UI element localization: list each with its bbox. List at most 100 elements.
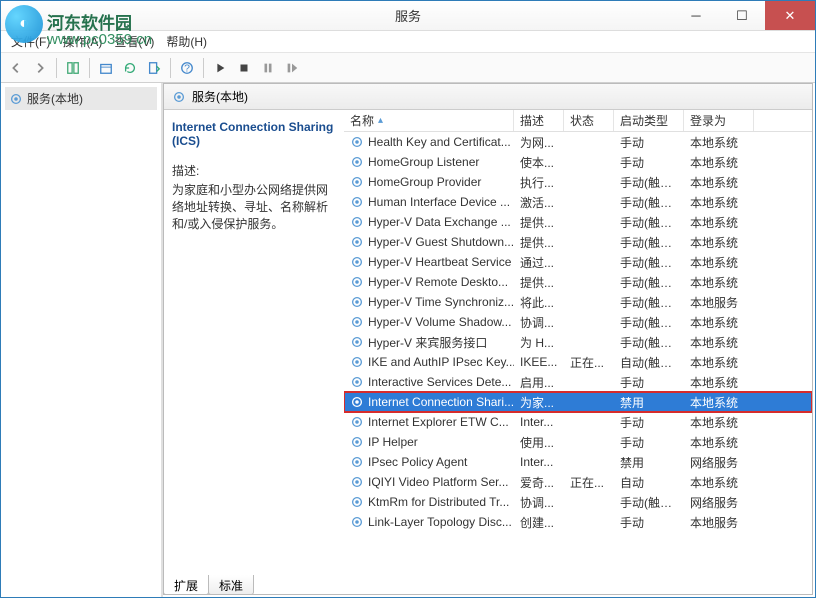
service-logon: 本地系统 (684, 394, 754, 411)
gear-icon (350, 315, 364, 329)
service-row[interactable]: Link-Layer Topology Disc...创建...手动本地服务 (344, 512, 812, 532)
gear-icon (350, 155, 364, 169)
service-start-type: 手动 (614, 374, 684, 391)
column-name[interactable]: 名称▴ (344, 110, 514, 131)
service-logon: 本地系统 (684, 134, 754, 151)
service-desc: 协调... (514, 494, 564, 511)
detail-desc-label: 描述: (172, 162, 336, 179)
service-row[interactable]: Hyper-V Remote Deskto...提供...手动(触发...本地系… (344, 272, 812, 292)
export-button[interactable] (143, 57, 165, 79)
service-desc: 提供... (514, 214, 564, 231)
pane-header: 服务(本地) (164, 84, 812, 110)
service-name: Human Interface Device ... (368, 195, 510, 209)
service-name: KtmRm for Distributed Tr... (368, 495, 509, 509)
back-button[interactable] (5, 57, 27, 79)
service-row[interactable]: Human Interface Device ...激活...手动(触发...本… (344, 192, 812, 212)
service-row[interactable]: Hyper-V Heartbeat Service通过...手动(触发...本地… (344, 252, 812, 272)
minimize-button[interactable]: ─ (673, 1, 719, 30)
service-desc: Inter... (514, 415, 564, 429)
service-row[interactable]: Hyper-V Guest Shutdown...提供...手动(触发...本地… (344, 232, 812, 252)
service-logon: 本地系统 (684, 214, 754, 231)
service-row[interactable]: IP Helper使用...手动本地系统 (344, 432, 812, 452)
help-button[interactable]: ? (176, 57, 198, 79)
service-row[interactable]: Interactive Services Dete...启用... 手动本地系统 (344, 372, 812, 392)
service-row[interactable]: IPsec Policy AgentInter...禁用网络服务 (344, 452, 812, 472)
service-row[interactable]: Health Key and Certificat...为网...手动本地系统 (344, 132, 812, 152)
service-row[interactable]: Internet Connection Shari...为家...禁用本地系统 (344, 392, 812, 412)
service-desc: 为网... (514, 134, 564, 151)
close-button[interactable]: ✕ (765, 1, 815, 30)
show-hide-button[interactable] (62, 57, 84, 79)
service-row[interactable]: Hyper-V Time Synchroniz...将此...手动(触发...本… (344, 292, 812, 312)
service-status: 正在... (564, 354, 614, 371)
gear-icon (350, 495, 364, 509)
service-name: Hyper-V Data Exchange ... (368, 215, 511, 229)
service-name: HomeGroup Provider (368, 175, 481, 189)
service-logon: 本地服务 (684, 294, 754, 311)
service-logon: 本地系统 (684, 414, 754, 431)
column-start[interactable]: 启动类型 (614, 110, 684, 131)
service-logon: 本地系统 (684, 334, 754, 351)
menu-file[interactable]: 文件(F) (7, 31, 54, 52)
tab-standard[interactable]: 标准 (208, 575, 254, 595)
forward-button[interactable] (29, 57, 51, 79)
gear-icon (172, 90, 186, 104)
column-logon[interactable]: 登录为 (684, 110, 754, 131)
service-row[interactable]: HomeGroup Listener使本...手动本地系统 (344, 152, 812, 172)
gear-icon (350, 515, 364, 529)
gear-icon (350, 295, 364, 309)
service-name: Hyper-V Volume Shadow... (368, 315, 511, 329)
service-row[interactable]: IKE and AuthIP IPsec Key...IKEE...正在...自… (344, 352, 812, 372)
list-body[interactable]: Health Key and Certificat...为网...手动本地系统H… (344, 132, 812, 594)
stop-service-button[interactable] (233, 57, 255, 79)
menu-help[interactable]: 帮助(H) (162, 31, 211, 52)
service-status: 正在... (564, 474, 614, 491)
service-row[interactable]: HomeGroup Provider执行...手动(触发...本地系统 (344, 172, 812, 192)
service-start-type: 手动(触发... (614, 214, 684, 231)
service-name: HomeGroup Listener (368, 155, 479, 169)
service-start-type: 禁用 (614, 454, 684, 471)
service-name: Hyper-V Heartbeat Service (368, 255, 511, 269)
gear-icon (350, 275, 364, 289)
tab-extended[interactable]: 扩展 (163, 575, 209, 595)
service-name: Interactive Services Dete... (368, 375, 511, 389)
pause-service-button[interactable] (257, 57, 279, 79)
service-row[interactable]: Hyper-V 来宾服务接口为 H...手动(触发...本地系统 (344, 332, 812, 352)
gear-icon (9, 92, 23, 106)
service-start-type: 手动(触发... (614, 234, 684, 251)
start-service-button[interactable] (209, 57, 231, 79)
service-row[interactable]: Hyper-V Volume Shadow...协调...手动(触发...本地系… (344, 312, 812, 332)
properties-button[interactable] (95, 57, 117, 79)
service-logon: 本地系统 (684, 434, 754, 451)
service-start-type: 禁用 (614, 394, 684, 411)
menu-view[interactable]: 查看(V) (110, 31, 158, 52)
restart-service-button[interactable] (281, 57, 303, 79)
service-logon: 网络服务 (684, 454, 754, 471)
tree-root-services[interactable]: 服务(本地) (5, 87, 157, 110)
column-status[interactable]: 状态 (564, 110, 614, 131)
service-row[interactable]: Hyper-V Data Exchange ...提供... 手动(触发...本地… (344, 212, 812, 232)
service-desc: 提供... (514, 274, 564, 291)
refresh-button[interactable] (119, 57, 141, 79)
menubar: 文件(F) 操作(A) 查看(V) 帮助(H) (1, 31, 815, 53)
service-desc: 启用... (514, 374, 564, 391)
service-start-type: 自动(触发... (614, 354, 684, 371)
service-logon: 本地系统 (684, 374, 754, 391)
gear-icon (350, 435, 364, 449)
service-logon: 本地系统 (684, 354, 754, 371)
service-name: IP Helper (368, 435, 418, 449)
gear-icon (350, 455, 364, 469)
column-desc[interactable]: 描述 (514, 110, 564, 131)
pane-header-title: 服务(本地) (192, 88, 248, 105)
service-start-type: 手动 (614, 514, 684, 531)
service-row[interactable]: KtmRm for Distributed Tr...协调...手动(触发...… (344, 492, 812, 512)
titlebar: 服务 ─ ☐ ✕ (1, 1, 815, 31)
menu-action[interactable]: 操作(A) (58, 31, 106, 52)
service-logon: 本地系统 (684, 314, 754, 331)
service-row[interactable]: Internet Explorer ETW C...Inter...手动本地系统 (344, 412, 812, 432)
services-list: 名称▴ 描述 状态 启动类型 登录为 Health Key and Certif… (344, 110, 812, 594)
service-desc: 通过... (514, 254, 564, 271)
service-row[interactable]: IQIYI Video Platform Ser...爱奇...正在...自动本… (344, 472, 812, 492)
service-name: IKE and AuthIP IPsec Key... (368, 355, 514, 369)
maximize-button[interactable]: ☐ (719, 1, 765, 30)
